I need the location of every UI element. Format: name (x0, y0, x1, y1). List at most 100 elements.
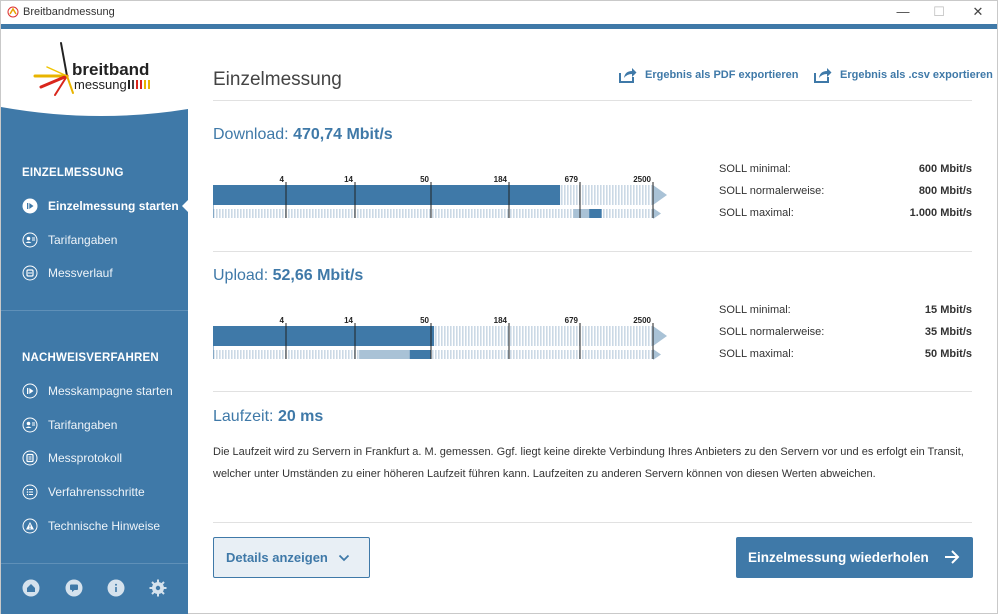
bar-hatch (474, 326, 476, 346)
bar-hatch (507, 209, 509, 218)
bar-hatch (279, 350, 281, 359)
export-csv-button[interactable]: Ergebnis als .csv exportieren (814, 67, 993, 83)
details-button[interactable]: Details anzeigen (213, 537, 370, 578)
bar-hatch (531, 209, 533, 218)
bar-hatch (369, 209, 371, 218)
bar-hatch (282, 209, 284, 218)
bar-hatch (555, 350, 557, 359)
download-soll-normal: SOLL normalerweise: 800 Mbit/s (719, 185, 972, 197)
chat-icon[interactable] (65, 579, 83, 597)
bar-hatch (258, 350, 260, 359)
bar-hatch (540, 350, 542, 359)
bar-hatch (483, 326, 485, 346)
close-button[interactable]: ✕ (963, 3, 993, 21)
sidebar-footer-divider (1, 563, 188, 564)
bar-hatch (348, 209, 350, 218)
maximize-button[interactable]: ☐ (924, 3, 954, 21)
home-icon[interactable] (22, 579, 40, 597)
export-pdf-button[interactable]: Ergebnis als PDF exportieren (619, 67, 798, 83)
bar-hatch (585, 350, 587, 359)
bar-hatch (609, 326, 611, 346)
nav-technische-hinweise[interactable]: Technische Hinweise (1, 511, 188, 541)
bar-hatch (447, 326, 449, 346)
settings-icon[interactable] (149, 579, 167, 597)
nav-label: Messkampagne starten (48, 384, 173, 398)
bar-hatch (624, 350, 626, 359)
bar-hatch (549, 326, 551, 346)
bar-hatch (642, 185, 644, 205)
nav-tarifangaben-1[interactable]: Tarifangaben (1, 225, 188, 255)
bar-hatch (441, 350, 443, 359)
bar-hatch (348, 350, 350, 359)
bar-hatch (441, 326, 443, 346)
sidebar-divider (1, 310, 188, 311)
bar-hatch (609, 350, 611, 359)
bar-hatch (276, 209, 278, 218)
bar-hatch (339, 209, 341, 218)
bar-hatch (267, 209, 269, 218)
minimize-button[interactable]: — (888, 3, 918, 21)
bar-hatch (501, 326, 503, 346)
soll-value: 50 Mbit/s (924, 348, 972, 360)
bar-hatch (486, 209, 488, 218)
bar-hatch (600, 185, 602, 205)
nav-messprotokoll[interactable]: Messprotokoll (1, 443, 188, 473)
nav-messkampagne-starten[interactable]: Messkampagne starten (1, 376, 188, 406)
soll-value: 35 Mbit/s (924, 326, 972, 338)
bar-hatch (528, 209, 530, 218)
bar-hatch (561, 326, 563, 346)
window-title: Breitbandmessung (23, 6, 115, 18)
bar-hatch (291, 209, 293, 218)
section-heading-einzelmessung: EINZELMESSUNG (22, 167, 124, 179)
bar-hatch (525, 209, 527, 218)
bar-hatch (468, 209, 470, 218)
bar-hatch (279, 209, 281, 218)
bar-hatch (420, 209, 422, 218)
bar-hatch (582, 185, 584, 205)
bar-hatch (459, 350, 461, 359)
bar-hatch (456, 209, 458, 218)
bar-hatch (318, 209, 320, 218)
logo[interactable]: breitband messung (1, 29, 188, 117)
scale-tick-label: 14 (344, 175, 353, 184)
download-speed-bar: 4 14 50 184 679 2500 (213, 175, 667, 219)
bar-hatch (576, 185, 578, 205)
bar-arrow-head (653, 185, 667, 205)
bar-hatch (453, 326, 455, 346)
nav-tarifangaben-2[interactable]: Tarifangaben (1, 410, 188, 440)
bar-hatch (588, 350, 590, 359)
bar-hatch (516, 350, 518, 359)
bar-hatch (504, 326, 506, 346)
bar-hatch (477, 350, 479, 359)
bar-hatch (621, 326, 623, 346)
export-icon (619, 68, 637, 83)
bar-hatch (471, 209, 473, 218)
bar-hatch (573, 350, 575, 359)
bar-hatch (243, 209, 245, 218)
bar-hatch (351, 209, 353, 218)
bar-hatch (456, 350, 458, 359)
export-csv-label: Ergebnis als .csv exportieren (840, 69, 993, 81)
logo-graphic: breitband messung (1, 29, 188, 117)
bar-hatch (255, 350, 257, 359)
bar-hatch (465, 350, 467, 359)
info-icon[interactable] (107, 579, 125, 597)
bar-hatch (444, 350, 446, 359)
bar-hatch (498, 209, 500, 218)
nav-messverlauf[interactable]: Messverlauf (1, 258, 188, 288)
nav-einzelmessung-starten[interactable]: Einzelmessung starten (1, 191, 188, 221)
bar-hatch (345, 209, 347, 218)
page-title: Einzelmessung (213, 69, 342, 90)
section-divider (213, 251, 972, 252)
bar-hatch (540, 326, 542, 346)
bar-hatch (495, 326, 497, 346)
repeat-measurement-button[interactable]: Einzelmessung wiederholen (736, 537, 973, 578)
bar-hatch (636, 326, 638, 346)
bar-hatch (606, 185, 608, 205)
details-label: Details anzeigen (226, 550, 328, 565)
bar-hatch (567, 185, 569, 205)
scale-tick-label: 184 (494, 316, 508, 325)
nav-verfahrensschritte[interactable]: Verfahrensschritte (1, 477, 188, 507)
bar-hatch (273, 350, 275, 359)
bar-hatch (603, 326, 605, 346)
